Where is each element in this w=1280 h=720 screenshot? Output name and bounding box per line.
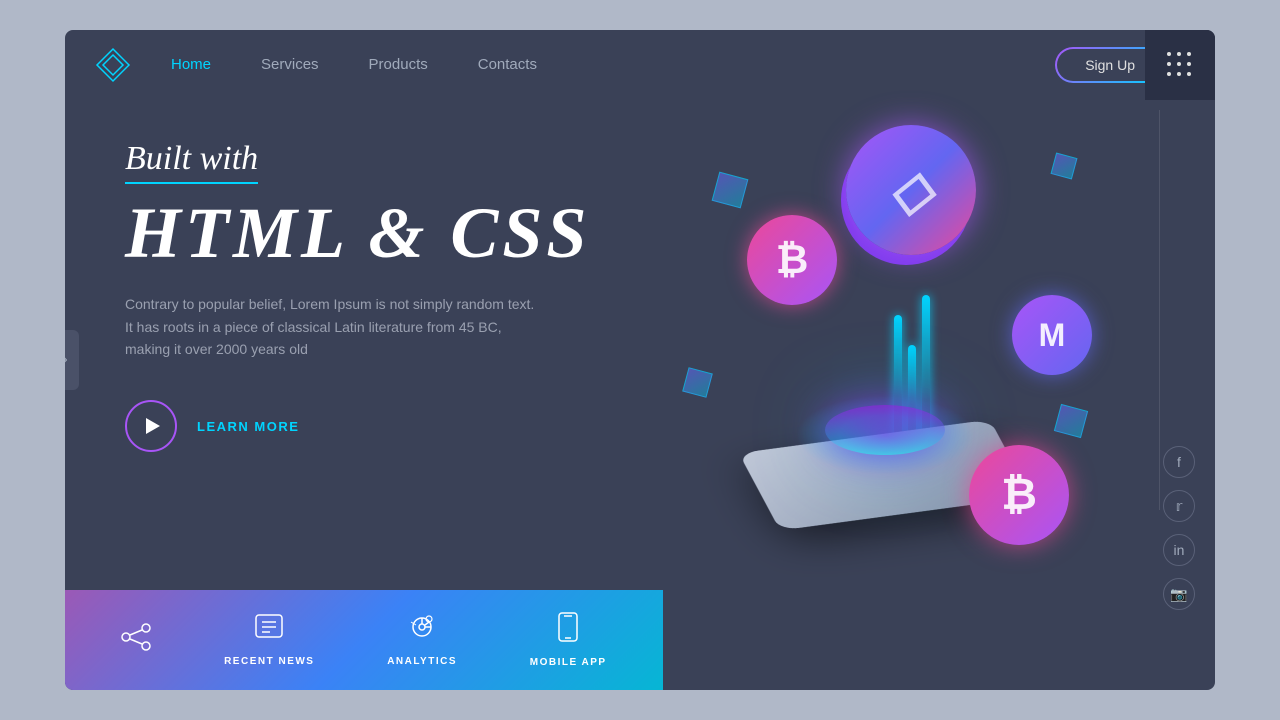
btc-coin-left: ₿	[747, 215, 837, 305]
dot	[1187, 52, 1191, 56]
analytics-item[interactable]: ANALYTICS	[387, 613, 457, 667]
cube-4	[1054, 404, 1088, 438]
mobile-app-label: MOBILE APP	[530, 657, 607, 668]
hero-description: Contrary to popular belief, Lorem Ipsum …	[125, 293, 545, 360]
dot	[1177, 72, 1181, 76]
analytics-icon	[407, 613, 437, 648]
menu-dots-button[interactable]	[1145, 30, 1215, 100]
dot	[1187, 62, 1191, 66]
platform-cylinder	[825, 405, 945, 455]
social-linkedin[interactable]: in	[1163, 534, 1195, 566]
share-icon	[121, 623, 151, 658]
cube-2	[1051, 153, 1078, 180]
nav-home[interactable]: Home	[171, 56, 211, 73]
recent-news-item[interactable]: RECENT NEWS	[224, 613, 314, 667]
recent-news-label: RECENT NEWS	[224, 656, 314, 667]
eth-coin	[846, 125, 976, 255]
dot	[1167, 72, 1171, 76]
social-icons: f 𝕣 in 📷	[1163, 446, 1195, 610]
btc-coin-bottom: ₿	[969, 445, 1069, 545]
bottom-bar: RECENT NEWS ANALYTICS	[65, 590, 663, 690]
social-twitter[interactable]: 𝕣	[1163, 490, 1195, 522]
nav-links: Home Services Products Contacts	[171, 56, 1055, 74]
social-facebook[interactable]: f	[1163, 446, 1195, 478]
cube-1	[712, 172, 749, 209]
navbar: Home Services Products Contacts Sign Up	[65, 30, 1215, 100]
dots-grid	[1167, 52, 1193, 78]
play-icon	[146, 418, 160, 434]
analytics-label: ANALYTICS	[387, 656, 457, 667]
platform	[795, 385, 975, 475]
mobile-app-icon	[557, 612, 579, 649]
nav-services[interactable]: Services	[261, 56, 319, 73]
cube-3	[682, 367, 713, 398]
crypto-scene: ₿ M ₿	[655, 95, 1115, 595]
learn-more-link[interactable]: LEARN MORE	[197, 419, 299, 434]
share-item[interactable]	[121, 623, 151, 658]
built-with-heading: Built with	[125, 140, 258, 184]
monero-coin: M	[1012, 295, 1092, 375]
dot	[1167, 52, 1171, 56]
dot	[1177, 62, 1181, 66]
nav-contacts[interactable]: Contacts	[478, 56, 537, 73]
mobile-app-item[interactable]: MOBILE APP	[530, 612, 607, 668]
crypto-illustration: ₿ M ₿	[635, 80, 1135, 610]
nav-products[interactable]: Products	[369, 56, 428, 73]
main-container: Home Services Products Contacts Sign Up …	[65, 30, 1215, 690]
play-button[interactable]	[125, 400, 177, 452]
recent-news-icon	[254, 613, 284, 648]
logo[interactable]	[95, 47, 131, 83]
dot	[1187, 72, 1191, 76]
social-instagram[interactable]: 📷	[1163, 578, 1195, 610]
right-divider	[1159, 110, 1160, 510]
dot	[1177, 52, 1181, 56]
dot	[1167, 62, 1171, 66]
